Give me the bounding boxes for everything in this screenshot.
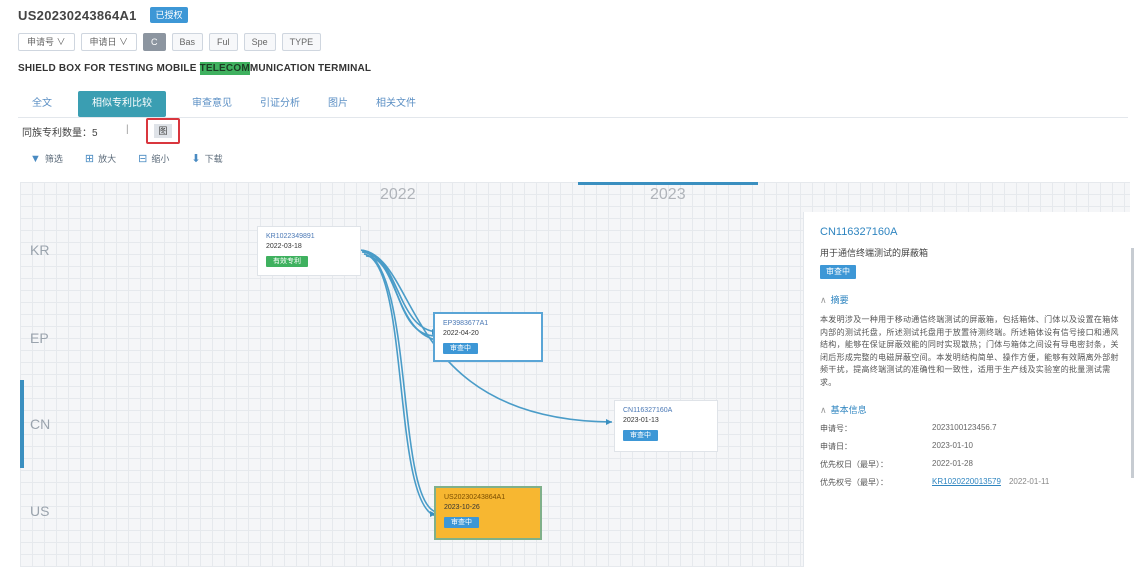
priority-date: 2022-01-11: [1008, 477, 1050, 486]
filter-button-ful[interactable]: Ful: [209, 33, 238, 51]
row-label-ep: EP: [30, 330, 49, 346]
filter-button-type[interactable]: TYPE: [281, 33, 322, 51]
tab-related-files[interactable]: 相关文件: [362, 91, 430, 117]
zoom-in-label: 放大: [98, 154, 117, 164]
filter-icon: ▼: [30, 152, 41, 165]
year-label-2023: 2023: [650, 186, 686, 203]
filter-select-application-date[interactable]: 申请日 ∨: [80, 33, 138, 51]
graph-toolbar: ▼ 筛选 ⊞ 放大 ⊟ 缩小 ⬇ 下载: [30, 152, 223, 166]
filter-button-c[interactable]: C: [143, 33, 166, 51]
panel-patent-title: 用于通信终端测试的屏蔽箱: [820, 248, 929, 258]
filter-select-application-no[interactable]: 申请号 ∨: [18, 33, 75, 51]
abstract-title: 摘要: [830, 295, 849, 305]
family-card-kr[interactable]: KR1022349891 2022-03-18 有效专利: [257, 226, 361, 276]
abstract-section-toggle[interactable]: ∧ 摘要: [820, 293, 1123, 306]
card-number: CN116327160A: [623, 407, 673, 414]
info-value: 2023100123456.7: [932, 423, 997, 432]
card-number: US20230243864A1: [444, 494, 506, 501]
info-value: 2022-01-28: [932, 459, 973, 468]
info-value: 2023-01-10: [932, 441, 973, 450]
chevron-up-icon: ∧: [820, 405, 827, 415]
zoom-out-label: 缩小: [151, 154, 170, 164]
card-date: 2022-04-20: [443, 330, 479, 337]
info-key: 申请日：: [820, 442, 852, 451]
subject-text: SHIELD BOX FOR TESTING MOBILE: [18, 63, 200, 74]
card-status-badge: 审查中: [444, 517, 479, 528]
status-badge: 已授权: [150, 7, 188, 23]
row-label-kr: KR: [30, 242, 50, 258]
tab-images[interactable]: 图片: [314, 91, 362, 117]
filter-bar: 申请号 ∨ 申请日 ∨ C Bas Ful Spe TYPE: [18, 33, 322, 51]
info-row: 申请号： 2023100123456.7: [820, 423, 1123, 434]
family-count-label: 同族专利数量：5: [22, 128, 98, 139]
download-icon: ⬇: [191, 153, 201, 165]
download-label: 下载: [204, 154, 223, 164]
filter-button-spe[interactable]: Spe: [243, 33, 276, 51]
year-2023-indicator: [578, 182, 758, 185]
chevron-up-icon: ∧: [820, 295, 827, 305]
family-card-us[interactable]: US20230243864A1 2023-10-26 审查中: [434, 486, 542, 540]
patent-subject: SHIELD BOX FOR TESTING MOBILE TELECOMMUN…: [18, 62, 372, 75]
family-card-cn[interactable]: CN116327160A 2023-01-13 审查中: [614, 400, 718, 452]
row-label-cn: CN: [30, 416, 51, 432]
row-cn-indicator: [20, 380, 24, 468]
subject-text-end: MUNICATION TERMINAL: [249, 63, 372, 74]
card-status-badge: 审查中: [623, 430, 658, 441]
zoom-out-icon: ⊟: [138, 153, 148, 165]
info-key: 优先权号（最早）：: [820, 478, 888, 487]
card-number: EP3983677A1: [443, 320, 489, 327]
family-card-ep[interactable]: EP3983677A1 2022-04-20 审查中: [433, 312, 543, 362]
card-date: 2023-01-13: [623, 417, 659, 424]
info-row: 优先权日（最早）： 2022-01-28: [820, 459, 1123, 470]
filter-tool[interactable]: ▼ 筛选: [30, 152, 63, 165]
card-status-badge: 审查中: [443, 343, 478, 354]
panel-patent-number[interactable]: CN116327160A: [820, 226, 1123, 238]
year-label-2022: 2022: [380, 186, 416, 203]
subject-highlight: TELECOM: [199, 62, 250, 75]
info-row: 优先权号（最早）： KR1020220013579 2022-01-11: [820, 477, 1123, 488]
zoom-in-icon: ⊞: [84, 153, 95, 165]
card-number: KR1022349891: [266, 233, 315, 240]
panel-scrollbar[interactable]: [1131, 248, 1134, 478]
zoom-in-tool[interactable]: ⊞ 放大: [85, 152, 116, 165]
info-key: 申请号：: [820, 424, 852, 433]
zoom-out-tool[interactable]: ⊟ 缩小: [138, 152, 169, 165]
patent-detail-panel: CN116327160A 用于通信终端测试的屏蔽箱 审查中 ∧ 摘要 本发明涉及一…: [803, 212, 1137, 567]
tab-examination[interactable]: 审查意见: [178, 91, 246, 117]
tab-citation[interactable]: 引证分析: [246, 91, 314, 117]
info-row: 申请日： 2023-01-10: [820, 441, 1123, 452]
filter-tool-label: 筛选: [44, 154, 63, 164]
basic-info-section-toggle[interactable]: ∧ 基本信息: [820, 403, 1123, 416]
priority-number-link[interactable]: KR1020220013579: [932, 477, 1001, 488]
abstract-text: 本发明涉及一种用于移动通信终端测试的屏蔽箱，包括箱体、门体以及设置在箱体内部的测…: [820, 315, 1119, 387]
panel-status-badge: 审查中: [820, 265, 856, 279]
download-tool[interactable]: ⬇ 下载: [191, 152, 222, 165]
tabs-divider: [18, 117, 1128, 118]
app: US20230243864A1 已授权 申请号 ∨ 申请日 ∨ C Bas Fu…: [0, 0, 1137, 567]
tab-fulltext[interactable]: 全文: [18, 91, 66, 117]
graph-view-label: 图: [154, 124, 172, 138]
tab-bar: 全文 相似专利比较 审查意见 引证分析 图片 相关文件: [18, 91, 430, 117]
toolbar-separator: |: [126, 124, 129, 135]
filter-button-bas[interactable]: Bas: [171, 33, 204, 51]
graph-view-button[interactable]: 图: [146, 118, 180, 144]
patent-title: US20230243864A1: [18, 8, 137, 23]
card-date: 2022-03-18: [266, 243, 302, 250]
row-label-us: US: [30, 503, 50, 519]
card-date: 2023-10-26: [444, 504, 480, 511]
info-key: 优先权日（最早）：: [820, 460, 888, 469]
card-status-badge: 有效专利: [266, 256, 308, 267]
tab-similar-patents[interactable]: 相似专利比较: [78, 91, 166, 117]
basic-info-title: 基本信息: [830, 405, 867, 415]
